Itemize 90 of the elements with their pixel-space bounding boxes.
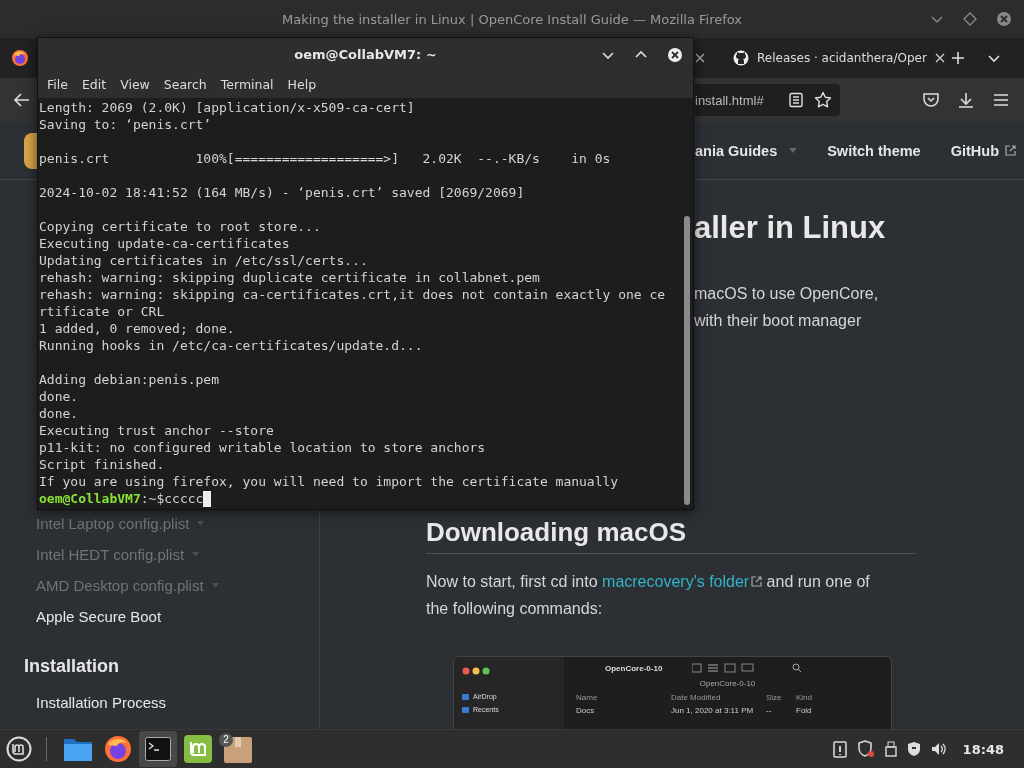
page-heading: aller in Linux — [694, 209, 887, 247]
file-cell-text: Jun 1, 2020 at 3:11 PM — [671, 706, 755, 715]
package-icon — [224, 735, 252, 763]
terminal-output-line: rehash: warning: skipping duplicate certificate in collabnet.pem — [39, 269, 541, 286]
window-title: Making the installer in Linux | OpenCore Install Guide — Mozilla Firefox — [281, 11, 743, 27]
browser-tab[interactable]: Releases · acidanthera/Oper — [723, 42, 943, 74]
text-cursor — [203, 490, 212, 507]
menu-item[interactable]: Edit — [81, 77, 107, 92]
shield-icon[interactable] — [856, 740, 875, 758]
typed-command: ccccc — [164, 490, 204, 507]
new-tab-icon[interactable] — [951, 51, 965, 65]
firefox-icon[interactable] — [11, 49, 29, 67]
caret-icon — [789, 147, 798, 154]
taskbar-app[interactable] — [139, 731, 177, 767]
close-icon[interactable] — [667, 47, 683, 63]
body-paragraph: Now to start, first cd into macrecovery's folder and run one of the following commands: — [426, 568, 894, 622]
address-bar[interactable]: install.html# — [695, 84, 840, 116]
menu-item[interactable]: View — [120, 77, 150, 92]
terminal-icon — [145, 737, 171, 761]
folder-icon — [63, 736, 93, 762]
reader-view-icon[interactable] — [788, 92, 804, 108]
traffic-light-icon — [462, 667, 492, 675]
site-logo-icon[interactable] — [24, 132, 37, 169]
usb-drive-icon[interactable] — [884, 741, 897, 757]
security-shield-icon[interactable] — [906, 741, 921, 757]
terminal-output-line: Updating certificates in /etc/ssl/certs... — [39, 252, 369, 269]
terminal-output-line: 1 added, 0 removed; done. — [39, 320, 236, 337]
terminal-output-line: 2024-10-02 18:41:52 (164 MB/s) - ‘penis.crt’ saved [2069/2069] — [39, 184, 526, 201]
finder-path: OpenCore-0-10 — [698, 679, 757, 688]
file-cell-text: -- — [766, 706, 773, 715]
menu-item[interactable]: Help — [287, 77, 317, 92]
nav-link[interactable]: GitHub — [950, 142, 999, 159]
column-header: Kind — [796, 693, 813, 702]
prompt-user: oem@CollabVM7 — [39, 490, 141, 507]
back-arrow-icon[interactable] — [13, 91, 31, 109]
tab-close-icon[interactable] — [695, 53, 705, 63]
mint-logo-icon — [184, 735, 212, 763]
prompt-path: :~$ — [140, 490, 165, 507]
terminal-output-line: rehash: warning: skipping ca-certificates.crt,it does not contain exactly one ce — [39, 286, 667, 303]
file-cell-text: Fold — [796, 706, 813, 715]
column-header: Size — [766, 693, 783, 702]
scrollbar-thumb[interactable] — [684, 216, 690, 505]
pocket-icon[interactable] — [922, 91, 940, 109]
external-link-icon — [751, 576, 763, 587]
tab-close-icon[interactable] — [934, 53, 945, 63]
terminal-output-line: penis.crt 100%[===================>] 2.02K --.-KB/s in 0s — [39, 150, 612, 167]
intro-text: with their boot manager — [694, 311, 863, 331]
window-title: oem@CollabVM7: ~ — [294, 47, 437, 62]
github-icon — [733, 50, 749, 66]
nav-link[interactable]: ania Guides — [695, 142, 778, 159]
sidebar-link[interactable]: Installation Process — [36, 693, 167, 711]
terminal-output-line: Executing trust anchor --store — [39, 422, 275, 439]
terminal-output-line: done. — [39, 405, 80, 422]
menu-item[interactable]: File — [47, 77, 68, 92]
folder-link[interactable]: macrecovery's folder — [602, 568, 763, 595]
restore-icon[interactable] — [963, 12, 977, 26]
external-link-icon — [1005, 145, 1016, 156]
clipboard-icon[interactable] — [832, 740, 847, 758]
column-header: Name — [576, 693, 599, 702]
notification-badge: 2 — [219, 733, 233, 747]
terminal-output-line: Running hooks in /etc/ca-certificates/update.d... — [39, 337, 424, 354]
sidebar-heading: Installation — [23, 655, 120, 678]
terminal-output-line: Copying certificate to root store... — [39, 218, 322, 235]
terminal-output-line: Saving to: ‘penis.crt’ — [39, 116, 213, 133]
sidebar-link[interactable]: Apple Secure Boot — [36, 608, 162, 625]
taskbar-app[interactable]: 2 — [219, 731, 257, 767]
terminal-output-line: done. — [39, 388, 80, 405]
terminal-output-line: Executing update-ca-certificates — [39, 235, 291, 252]
star-icon[interactable] — [814, 91, 832, 109]
terminal-output-line: Adding debian:penis.pem — [39, 371, 220, 388]
menu-item[interactable]: Terminal — [220, 77, 274, 92]
file-cell-text: Docs — [576, 706, 596, 715]
terminal-output-line: Length: 2069 (2.0K) [application/x-x509-ca-cert] — [39, 99, 416, 116]
intro-text: macOS to use OpenCore, — [694, 284, 880, 304]
menu-icon[interactable] — [6, 736, 32, 762]
terminal-output-line: rtificate or CRL — [39, 303, 166, 320]
menu-icon[interactable] — [992, 91, 1010, 109]
section-heading: Downloading macOS — [426, 515, 916, 554]
search-icon — [792, 663, 803, 673]
column-header: Date Modified — [671, 693, 722, 702]
clock[interactable]: 18:48 — [962, 741, 1004, 757]
volume-icon[interactable] — [930, 741, 947, 757]
finder-title: OpenCore-0-10 — [605, 663, 663, 673]
terminal-output-line: If you are using firefox, you will need to import the certificate manually — [39, 473, 620, 490]
terminal-output-line: p11-kit: no configured writable location to store anchors — [39, 439, 487, 456]
download-icon[interactable] — [957, 91, 975, 109]
menu-item[interactable]: Search — [163, 77, 207, 92]
terminal-output-line: Script finished. — [39, 456, 166, 473]
firefox-icon — [104, 735, 132, 763]
nav-link[interactable]: Switch theme — [827, 142, 921, 159]
